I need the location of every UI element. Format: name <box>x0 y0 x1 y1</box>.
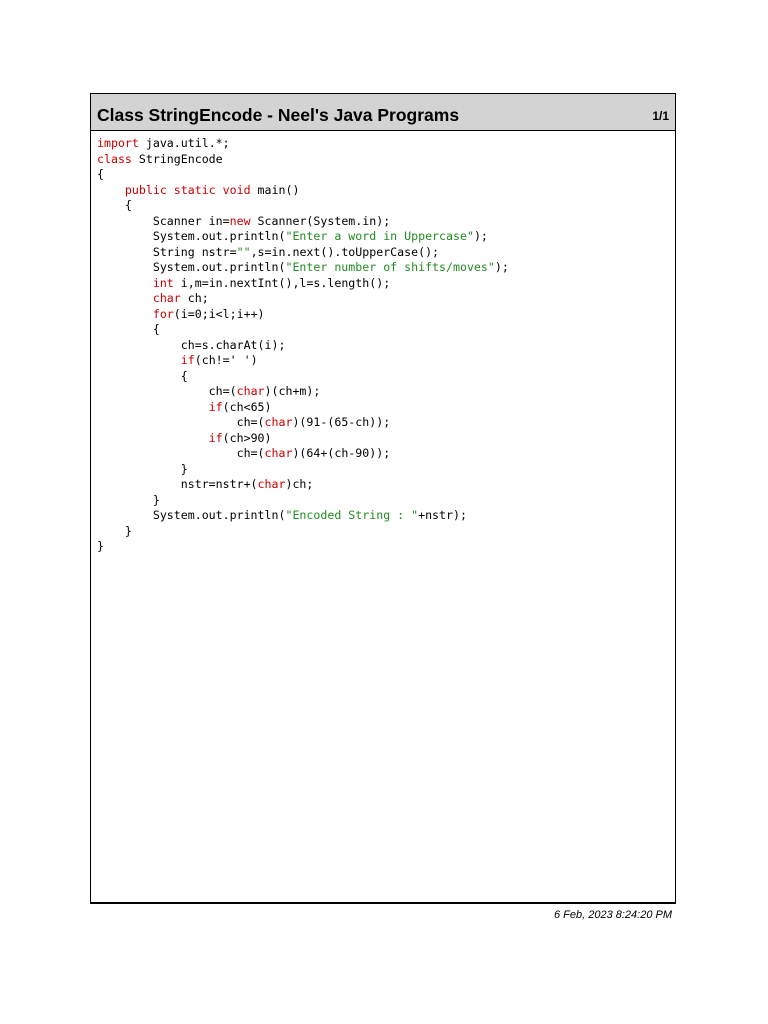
code-line: { <box>97 322 509 338</box>
code-text: (ch!=' ') <box>194 353 258 367</box>
code-text: i,m=in.nextInt(),l=s.length(); <box>173 275 391 290</box>
code-line: class StringEncode <box>97 152 509 168</box>
code-text: ch=( <box>97 415 265 429</box>
print-timestamp: 6 Feb, 2023 8:24:20 PM <box>553 909 672 921</box>
code-text: ch; <box>180 291 209 305</box>
page-title: Class StringEncode - Neel's Java Program… <box>97 105 460 125</box>
code-line: if(ch!=' ') <box>97 353 509 369</box>
code-line: for(i=0;i<l;i++) <box>97 307 509 323</box>
code-keyword: class <box>97 151 132 166</box>
code-string: "Encoded String : " <box>285 508 419 522</box>
code-keyword: char <box>264 446 293 460</box>
document-frame: Class StringEncode - Neel's Java Program… <box>90 93 676 904</box>
code-text: (ch>90) <box>222 430 272 445</box>
code-text: Scanner in= <box>97 213 230 228</box>
page-number: 1/1 <box>652 109 669 123</box>
code-text: ch=( <box>97 446 265 460</box>
code-line: Scanner in=new Scanner(System.in); <box>97 214 509 230</box>
code-text: ch=s.charAt(i); <box>97 337 286 352</box>
code-line: { <box>97 369 509 385</box>
code-line: System.out.println("Encoded String : "+n… <box>97 508 509 524</box>
code-text: ch=( <box>97 384 237 398</box>
code-string: "Enter a word in Uppercase" <box>285 229 474 243</box>
code-text: { <box>97 322 160 336</box>
code-keyword: int <box>152 275 174 290</box>
code-line: ch=(char)(ch+m); <box>97 384 509 400</box>
code-line: if(ch>90) <box>97 431 509 447</box>
code-text: )(91-(65-ch)); <box>292 415 391 429</box>
code-keyword: char <box>264 415 293 429</box>
code-text: ); <box>494 260 509 274</box>
code-keyword: char <box>257 477 286 491</box>
code-text: { <box>97 167 104 181</box>
code-line: ch=(char)(64+(ch-90)); <box>97 446 509 462</box>
code-text: String nstr= <box>97 244 237 259</box>
code-text: System.out.println( <box>97 229 286 243</box>
code-text: Scanner(System.in); <box>250 213 391 228</box>
code-text: } <box>97 539 104 553</box>
code-line: import java.util.*; <box>97 136 509 152</box>
code-line: char ch; <box>97 291 509 307</box>
code-string: "" <box>236 244 251 259</box>
code-text: +nstr); <box>418 508 467 522</box>
code-text: (ch<65) <box>222 399 272 414</box>
code-text: main() <box>250 182 300 197</box>
code-text: ); <box>473 229 488 243</box>
code-string: "Enter number of shifts/moves" <box>285 260 495 274</box>
code-text: StringEncode <box>131 151 223 166</box>
code-text: { <box>97 198 132 212</box>
code-text: )ch; <box>285 477 314 491</box>
code-line: ch=(char)(91-(65-ch)); <box>97 415 509 431</box>
code-line: public static void main() <box>97 183 509 199</box>
code-keyword: for <box>152 306 174 321</box>
code-text: ,s=in.next().toUpperCase(); <box>250 244 440 259</box>
code-text: (i=0;i<l;i++) <box>173 306 265 321</box>
code-text: } <box>97 461 188 476</box>
code-line: if(ch<65) <box>97 400 509 416</box>
code-text: { <box>97 368 188 383</box>
code-keyword: if <box>208 399 223 414</box>
code-text: System.out.println( <box>97 260 286 274</box>
code-keyword: if <box>208 430 223 445</box>
code-text: } <box>97 492 160 507</box>
code-line: { <box>97 167 509 183</box>
code-line: System.out.println("Enter a word in Uppe… <box>97 229 509 245</box>
code-line: } <box>97 462 509 478</box>
code-text: System.out.println( <box>97 508 286 522</box>
code-text: } <box>97 523 132 538</box>
code-line: } <box>97 524 509 540</box>
code-listing: import java.util.*; class StringEncode{ p… <box>97 136 509 555</box>
code-keyword: new <box>229 213 251 228</box>
code-line: ch=s.charAt(i); <box>97 338 509 354</box>
code-line: int i,m=in.nextInt(),l=s.length(); <box>97 276 509 292</box>
code-line: System.out.println("Enter number of shif… <box>97 260 509 276</box>
code-line: nstr=nstr+(char)ch; <box>97 477 509 493</box>
code-keyword: char <box>236 384 265 398</box>
code-text: )(64+(ch-90)); <box>292 446 391 460</box>
code-keyword: if <box>180 353 195 367</box>
code-keyword: public static void <box>124 182 251 197</box>
code-line: } <box>97 493 509 509</box>
code-text: )(ch+m); <box>264 384 321 398</box>
code-text: java.util.*; <box>138 136 230 150</box>
code-line: { <box>97 198 509 214</box>
code-keyword: import <box>97 136 139 150</box>
code-keyword: char <box>152 291 181 305</box>
code-text: nstr=nstr+( <box>97 477 258 491</box>
code-line: } <box>97 539 509 555</box>
page-header: Class StringEncode - Neel's Java Program… <box>91 94 675 131</box>
code-line: String nstr="",s=in.next().toUpperCase()… <box>97 245 509 261</box>
